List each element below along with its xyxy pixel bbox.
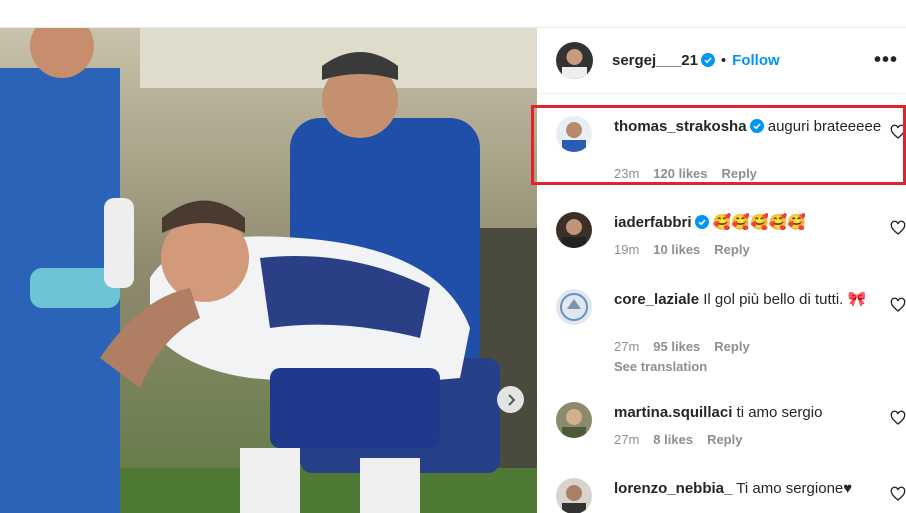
comment-text: lorenzo_nebbia_ Ti amo sergione♥: [614, 478, 882, 500]
post-photo-illustration: [0, 28, 537, 513]
heart-icon[interactable]: [890, 124, 906, 140]
heart-icon[interactable]: [890, 297, 906, 313]
comment-likes[interactable]: 10 likes: [653, 242, 700, 257]
comment-body: auguri brateeeee: [767, 118, 882, 135]
separator-dot: •: [720, 52, 727, 69]
comment-time: 27m: [614, 432, 640, 447]
verified-badge-icon: [700, 53, 715, 67]
follow-button[interactable]: Follow: [732, 52, 780, 69]
more-options-button[interactable]: •••: [874, 49, 898, 72]
post-photo: [0, 28, 537, 513]
comment-meta: 27m 95 likes Reply: [614, 339, 764, 354]
reply-button[interactable]: Reply: [707, 432, 742, 447]
commenter-avatar[interactable]: [556, 402, 592, 438]
heart-icon[interactable]: [890, 220, 906, 236]
comment-likes[interactable]: 8 likes: [653, 432, 693, 447]
comment-time: 23m: [614, 166, 640, 181]
next-photo-button[interactable]: [497, 386, 524, 413]
comment-text: thomas_strakosha auguri brateeeee: [614, 116, 882, 138]
browser-top-strip: [0, 0, 906, 28]
see-translation-link[interactable]: See translation: [614, 359, 707, 374]
comment-body: 🥰🥰🥰🥰🥰: [712, 214, 807, 231]
comment-text: iaderfabbri 🥰🥰🥰🥰🥰: [614, 212, 882, 234]
verified-badge-icon: [749, 119, 764, 133]
comment-username[interactable]: thomas_strakosha: [614, 118, 747, 135]
comment-likes[interactable]: 120 likes: [653, 166, 707, 181]
post-header-text: sergej___21 • Follow: [612, 52, 780, 69]
author-username[interactable]: sergej___21: [612, 52, 698, 69]
post-header: sergej___21 • Follow •••: [537, 28, 906, 94]
verified-badge-icon: [694, 215, 709, 229]
comment-time: 27m: [614, 339, 640, 354]
reply-button[interactable]: Reply: [714, 339, 749, 354]
commenter-avatar[interactable]: [556, 212, 592, 248]
comment-username[interactable]: martina.squillaci: [614, 404, 732, 421]
comment-body: ti amo sergio: [736, 404, 823, 421]
commenter-avatar[interactable]: [556, 478, 592, 513]
comment-username[interactable]: lorenzo_nebbia_: [614, 480, 732, 497]
comment-meta: 27m 8 likes Reply: [614, 432, 756, 447]
comment-text: martina.squillaci ti amo sergio: [614, 402, 882, 424]
author-avatar[interactable]: [556, 42, 593, 79]
comment-text: core_laziale Il gol più bello di tutti. …: [614, 289, 882, 311]
comment-body: Il gol più bello di tutti. 🎀: [703, 291, 867, 308]
commenter-avatar[interactable]: [556, 289, 592, 325]
comment-likes[interactable]: 95 likes: [653, 339, 700, 354]
comment-username[interactable]: iaderfabbri: [614, 214, 692, 231]
heart-icon[interactable]: [890, 486, 906, 502]
comment-meta: 23m 120 likes Reply: [614, 166, 771, 181]
comment-body: Ti amo sergione♥: [736, 480, 853, 497]
next-arrow-icon: [507, 393, 515, 406]
comment-meta: 19m 10 likes Reply: [614, 242, 764, 257]
comments-panel: sergej___21 • Follow ••• thomas_strakosha …: [537, 28, 906, 513]
reply-button[interactable]: Reply: [714, 242, 749, 257]
comment-username[interactable]: core_laziale: [614, 291, 699, 308]
comment-time: 19m: [614, 242, 640, 257]
heart-icon[interactable]: [890, 410, 906, 426]
commenter-avatar[interactable]: [556, 116, 592, 152]
reply-button[interactable]: Reply: [722, 166, 757, 181]
